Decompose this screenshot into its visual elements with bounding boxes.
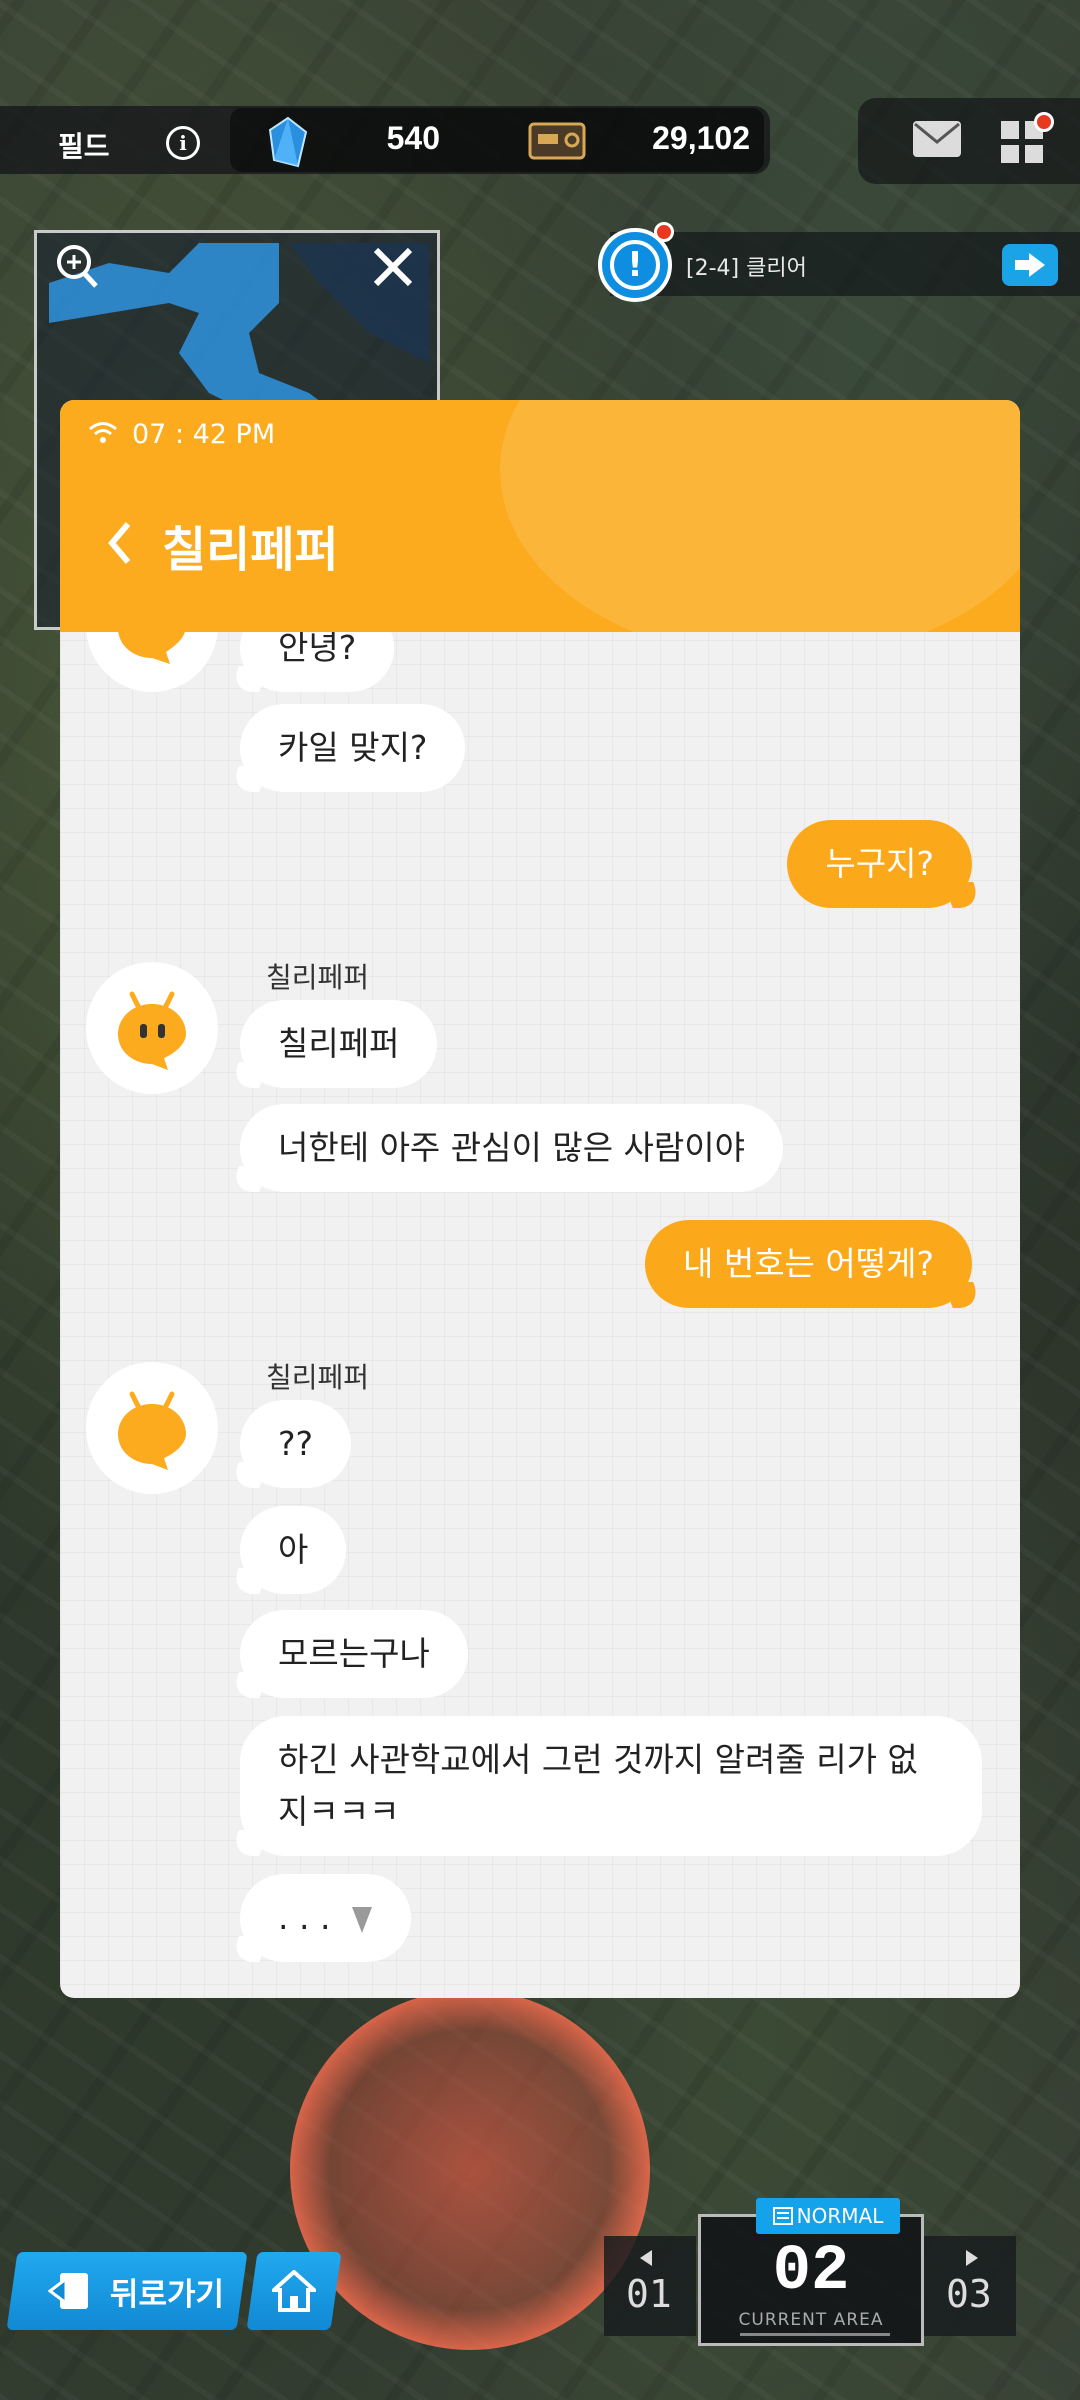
- field-label: 필드: [58, 130, 110, 163]
- typing-dots: . . .: [278, 1898, 331, 1937]
- card-icon: [528, 122, 586, 160]
- back-button[interactable]: 뒤로가기: [6, 2252, 248, 2330]
- sender-name: 칠리페퍼: [266, 1361, 370, 1394]
- crystal-icon: [268, 116, 308, 168]
- avatar: [86, 962, 218, 1094]
- quest-go-button[interactable]: [1002, 244, 1058, 286]
- prev-area-number: 01: [626, 2272, 672, 2316]
- top-right-panel: [858, 98, 1080, 184]
- chat-bubble: 칠리페퍼: [240, 1000, 438, 1088]
- quest-notification-dot: [654, 222, 674, 242]
- info-icon[interactable]: i: [166, 126, 200, 160]
- notification-dot: [1034, 112, 1054, 132]
- typing-bubble[interactable]: . . .: [240, 1874, 411, 1962]
- chat-bubble-mine: 누구지?: [787, 820, 972, 908]
- avatar: [86, 1362, 218, 1494]
- chat-title: 칠리페퍼: [162, 522, 339, 578]
- area-divider: [740, 2333, 890, 2336]
- arrow-right-icon: [1015, 253, 1045, 277]
- current-area-number: 02: [772, 2236, 850, 2308]
- next-arrow-icon: [966, 2250, 978, 2266]
- exit-icon: [48, 2273, 88, 2309]
- zoom-in-icon[interactable]: [52, 242, 100, 290]
- chat-bubble: 너한테 아주 관심이 많은 사람이야: [240, 1104, 783, 1192]
- back-button-label: 뒤로가기: [110, 2276, 225, 2313]
- prev-arrow-icon: [640, 2250, 652, 2266]
- chilipepper-avatar-icon: [118, 991, 186, 1070]
- card-value: 29,102: [652, 120, 750, 156]
- back-chevron-icon[interactable]: [104, 518, 136, 568]
- home-icon: [272, 2270, 316, 2312]
- chat-bubble: 모르는구나: [240, 1610, 468, 1698]
- red-orb-effect: [290, 1990, 650, 2350]
- wifi-icon: [89, 422, 117, 443]
- difficulty-label: NORMAL: [796, 2204, 884, 2228]
- chat-bubble: 아: [240, 1506, 347, 1594]
- status-time: 07 : 42 PM: [132, 419, 276, 450]
- chat-bubble: ??: [240, 1400, 352, 1488]
- crystal-value: 540: [386, 120, 440, 156]
- mail-icon[interactable]: [912, 120, 962, 158]
- current-area-caption: CURRENT AREA: [738, 2310, 884, 2330]
- chevron-down-icon: [351, 1906, 372, 1933]
- close-icon[interactable]: [370, 244, 416, 290]
- home-button[interactable]: [246, 2252, 342, 2330]
- next-area-number: 03: [946, 2272, 992, 2316]
- chat-bubble-mine: 내 번호는 어떻게?: [644, 1220, 972, 1308]
- quest-text: [2-4] 클리어: [686, 256, 807, 281]
- chat-bubble: 카일 맞지?: [240, 704, 466, 792]
- chat-bubble: 하긴 사관학교에서 그런 것까지 알려줄 리가 없지ㅋㅋㅋ: [240, 1716, 982, 1856]
- chilipepper-avatar-icon: [118, 1391, 186, 1470]
- list-icon: [772, 2207, 793, 2225]
- difficulty-badge[interactable]: NORMAL: [756, 2198, 900, 2234]
- sender-name: 칠리페퍼: [266, 961, 370, 994]
